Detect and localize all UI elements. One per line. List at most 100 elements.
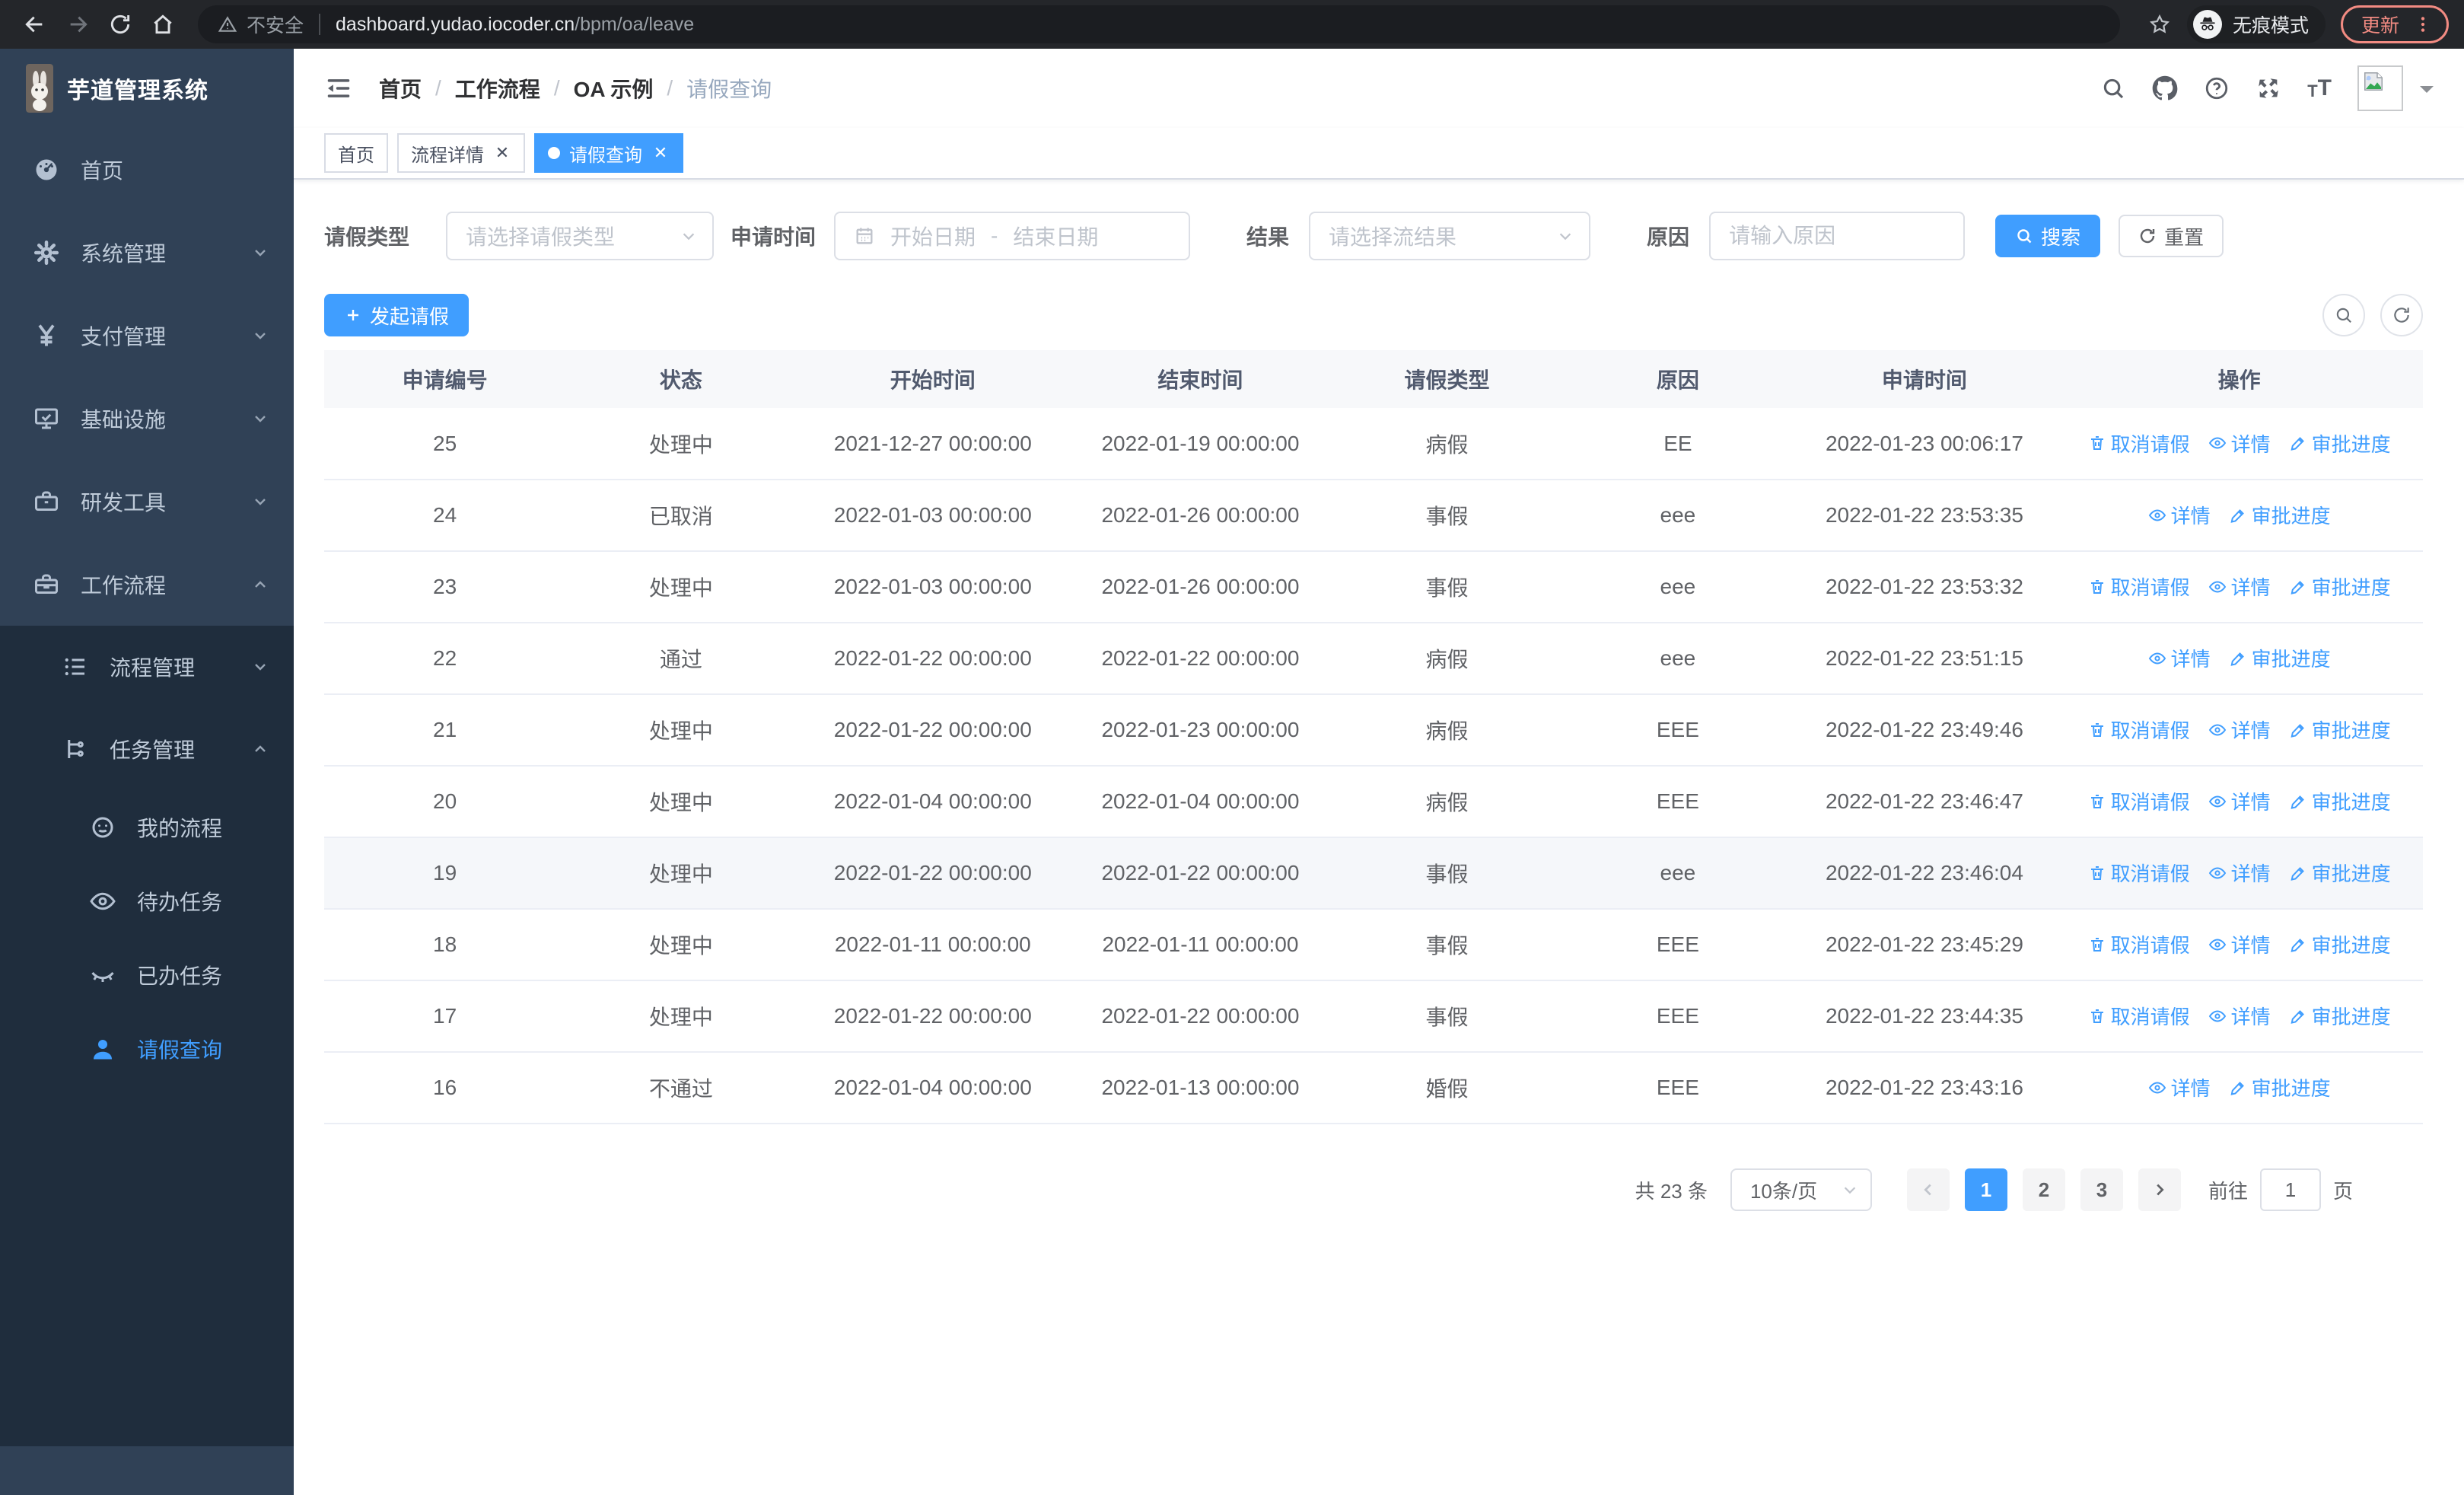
caret-down-icon[interactable] [2420,86,2434,100]
search-icon[interactable] [2100,75,2126,101]
close-icon[interactable]: ✕ [493,144,511,162]
approval-progress-link[interactable]: 审批进度 [2289,930,2391,958]
cell-reason: EEE [1562,766,1794,838]
detail-link[interactable]: 详情 [2208,716,2271,744]
breadcrumb: 首页 / 工作流程 / OA 示例 / 请假查询 [379,73,772,104]
cell-start-time: 2022-01-03 00:00:00 [796,480,1070,552]
table-search-toggle-icon[interactable] [2322,294,2365,336]
cancel-leave-link[interactable]: 取消请假 [2088,930,2190,958]
page-button-1[interactable]: 1 [1964,1168,2007,1211]
detail-link[interactable]: 详情 [2208,1002,2271,1030]
cell-actions: 取消请假 详情 审批进度 [2055,909,2423,981]
tab-流程详情[interactable]: 流程详情 ✕ [397,133,525,173]
forward-icon[interactable] [58,5,97,44]
cell-id: 25 [324,408,566,480]
next-page-button[interactable] [2138,1168,2181,1211]
create-leave-button[interactable]: 发起请假 [324,294,470,336]
sidebar-item-请假查询[interactable]: 请假查询 [0,1012,294,1085]
page-size-select[interactable]: 10条/页 [1730,1168,1872,1211]
help-icon[interactable] [2204,75,2230,101]
detail-link[interactable]: 详情 [2148,501,2211,529]
sidebar-item-任务管理[interactable]: 任务管理 [0,708,294,790]
address-bar[interactable]: 不安全 dashboard.yudao.iocoder.cn /bpm/oa/l… [198,5,2120,43]
cancel-leave-link[interactable]: 取消请假 [2088,429,2190,457]
app-header: 首页 / 工作流程 / OA 示例 / 请假查询 TT [294,49,2464,128]
sidebar-item-支付管理[interactable]: 支付管理 [0,294,294,377]
sidebar-item-label: 我的流程 [137,816,223,840]
github-icon[interactable] [2152,75,2178,101]
reload-icon[interactable] [100,5,140,44]
search-button[interactable]: 搜索 [1995,215,2101,257]
cancel-leave-link[interactable]: 取消请假 [2088,859,2190,887]
approval-progress-link[interactable]: 审批进度 [2229,1073,2331,1101]
cell-leave-type: 婚假 [1331,1052,1563,1124]
detail-link[interactable]: 详情 [2208,787,2271,815]
cell-status: 处理中 [565,980,797,1053]
result-select[interactable]: 请选择流结果 [1309,212,1591,260]
sidebar-item-工作流程[interactable]: 工作流程 [0,543,294,626]
back-icon[interactable] [15,5,55,44]
active-tab-dot [548,147,560,159]
detail-link[interactable]: 详情 [2208,572,2271,601]
cell-status: 处理中 [565,408,797,480]
sidebar-item-流程管理[interactable]: 流程管理 [0,626,294,708]
close-icon[interactable]: ✕ [651,144,670,162]
cancel-leave-link[interactable]: 取消请假 [2088,572,2190,601]
sidebar-item-首页[interactable]: 首页 [0,128,294,211]
approval-progress-link[interactable]: 审批进度 [2229,644,2331,672]
sidebar-item-研发工具[interactable]: 研发工具 [0,460,294,543]
approval-progress-link[interactable]: 审批进度 [2289,859,2391,887]
page-button-3[interactable]: 3 [2080,1168,2123,1211]
tab-请假查询[interactable]: 请假查询 ✕ [534,133,683,173]
incognito-badge: 无痕模式 [2186,5,2326,43]
breadcrumb-item[interactable]: 工作流程 [455,73,540,104]
page-button-2[interactable]: 2 [2022,1168,2065,1211]
cell-end-time: 2022-01-23 00:00:00 [1069,694,1332,767]
detail-link[interactable]: 详情 [2148,1073,2211,1101]
cancel-leave-link[interactable]: 取消请假 [2088,787,2190,815]
table-refresh-icon[interactable] [2380,294,2423,336]
breadcrumb-item[interactable]: OA 示例 [574,73,654,104]
app-title: 芋道管理系统 [67,78,209,104]
cancel-leave-link[interactable]: 取消请假 [2088,1002,2190,1030]
detail-link[interactable]: 详情 [2148,644,2211,672]
sidebar-collapse-icon[interactable] [324,74,353,103]
detail-link[interactable]: 详情 [2208,930,2271,958]
sidebar-item-我的流程[interactable]: 我的流程 [0,790,294,864]
approval-progress-link[interactable]: 审批进度 [2289,716,2391,744]
goto-page-input[interactable] [2259,1168,2321,1211]
tab-首页[interactable]: 首页 [324,133,388,173]
table-row: 22 通过 2022-01-22 00:00:00 2022-01-22 00:00:… [324,623,2423,695]
kebab-menu-icon[interactable] [2413,14,2433,34]
sidebar-item-已办任务[interactable]: 已办任务 [0,938,294,1012]
sidebar-item-基础设施[interactable]: 基础设施 [0,377,294,460]
reset-button[interactable]: 重置 [2119,215,2224,257]
approval-progress-link[interactable]: 审批进度 [2289,787,2391,815]
approval-progress-link[interactable]: 审批进度 [2289,1002,2391,1030]
home-icon[interactable] [143,5,183,44]
apply-time-range-picker[interactable]: 开始日期 - 结束日期 [834,212,1191,260]
approval-progress-link[interactable]: 审批进度 [2289,572,2391,601]
tab-label: 请假查询 [569,145,642,166]
avatar[interactable] [2357,65,2403,111]
table-row: 18 处理中 2022-01-11 00:00:00 2022-01-11 00:00… [324,909,2423,981]
update-button[interactable]: 更新 [2340,5,2449,43]
detail-link[interactable]: 详情 [2208,429,2271,457]
cell-actions: 取消请假 详情 审批进度 [2055,694,2423,767]
cell-id: 22 [324,623,566,695]
cancel-leave-link[interactable]: 取消请假 [2088,716,2190,744]
reason-input[interactable] [1709,212,1966,260]
cell-actions: 取消请假 详情 审批进度 [2055,551,2423,623]
prev-page-button[interactable] [1906,1168,1950,1211]
fullscreen-icon[interactable] [2255,75,2281,101]
approval-progress-link[interactable]: 审批进度 [2229,501,2331,529]
sidebar-item-系统管理[interactable]: 系统管理 [0,211,294,294]
incognito-label: 无痕模式 [2232,15,2309,37]
breadcrumb-item[interactable]: 首页 [379,73,422,104]
bookmark-star-icon[interactable] [2141,6,2178,43]
detail-link[interactable]: 详情 [2208,859,2271,887]
approval-progress-link[interactable]: 审批进度 [2289,429,2391,457]
sidebar-item-待办任务[interactable]: 待办任务 [0,864,294,938]
leave-type-select[interactable]: 请选择请假类型 [446,212,715,260]
font-size-icon[interactable]: TT [2307,77,2332,100]
